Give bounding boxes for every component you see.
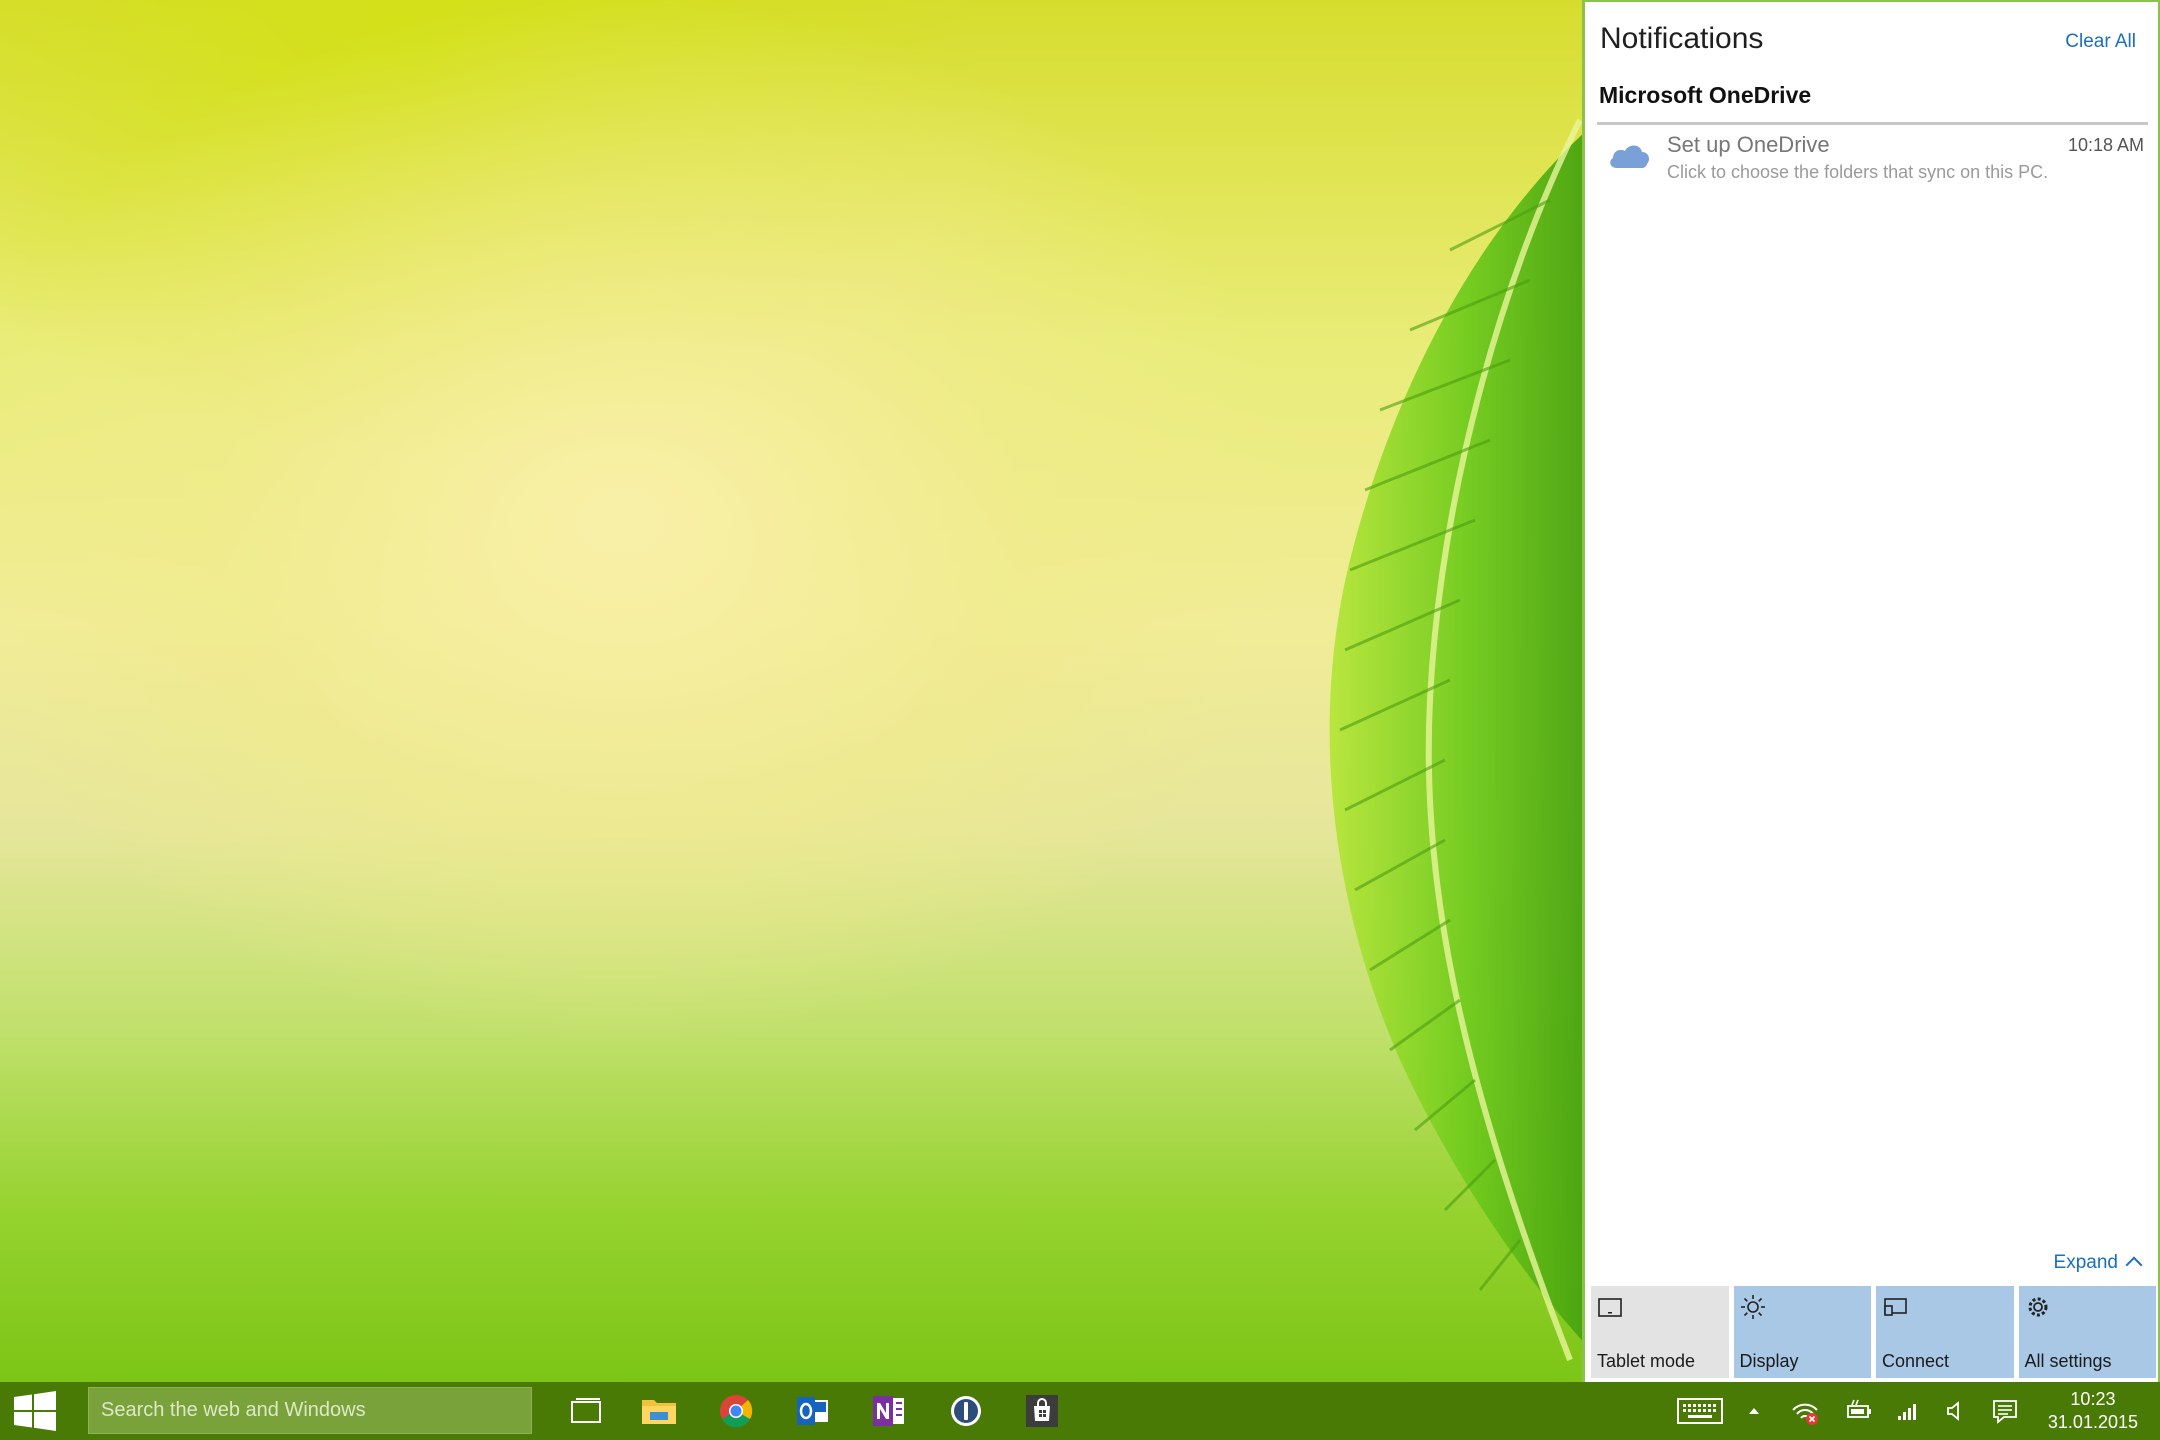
notification-body: Click to choose the folders that sync on… bbox=[1667, 162, 2049, 182]
quick-action-display[interactable]: Display bbox=[1733, 1286, 1871, 1378]
expand-button[interactable]: Expand bbox=[2053, 1252, 2143, 1274]
windows-start-icon[interactable] bbox=[0, 1382, 70, 1440]
search-input[interactable] bbox=[88, 1387, 532, 1434]
task-view-icon[interactable] bbox=[563, 1388, 609, 1434]
gear-icon bbox=[2028, 1297, 2047, 1317]
action-center-panel: Notifications Clear All Microsoft OneDri… bbox=[1582, 0, 2160, 1382]
notification-time: 10:18 AM bbox=[2067, 135, 2144, 155]
outlook-icon[interactable] bbox=[790, 1388, 836, 1434]
action-center-icon[interactable] bbox=[1990, 1396, 2020, 1426]
chevron-up-icon bbox=[2125, 1256, 2143, 1274]
1password-icon[interactable] bbox=[943, 1388, 989, 1434]
quick-action-label: Connect bbox=[1882, 1351, 1950, 1371]
volume-icon[interactable] bbox=[1942, 1396, 1966, 1426]
connect-icon bbox=[1884, 1298, 1907, 1316]
chrome-icon[interactable] bbox=[713, 1388, 759, 1434]
notification-group-title: Microsoft OneDrive bbox=[1599, 82, 1812, 108]
quick-action-tablet-mode[interactable]: Tablet mode bbox=[1591, 1286, 1729, 1378]
onedrive-cloud-icon bbox=[1610, 145, 1650, 168]
clock-date: 31.01.2015 bbox=[2047, 1412, 2138, 1432]
signal-icon[interactable] bbox=[1894, 1396, 1922, 1426]
group-divider bbox=[1597, 122, 2148, 125]
store-icon[interactable] bbox=[1019, 1388, 1065, 1434]
show-hidden-icons-chevron[interactable] bbox=[1744, 1396, 1764, 1426]
network-icon[interactable] bbox=[1790, 1396, 1820, 1426]
brightness-icon bbox=[1740, 1295, 1765, 1319]
clock-time: 10:23 bbox=[2070, 1389, 2116, 1409]
quick-action-connect[interactable]: Connect bbox=[1876, 1286, 2014, 1378]
quick-action-all-settings[interactable]: All settings bbox=[2018, 1286, 2156, 1378]
quick-actions-row: Tablet mode Display Connect All settings bbox=[1591, 1286, 2156, 1378]
quick-action-label: Tablet mode bbox=[1597, 1351, 1696, 1371]
taskbar-clock[interactable]: 10:23 31.01.2015 bbox=[2048, 1388, 2138, 1434]
clear-all-button[interactable]: Clear All bbox=[2065, 31, 2136, 53]
onenote-icon[interactable] bbox=[866, 1388, 912, 1434]
expand-label: Expand bbox=[2053, 1252, 2118, 1273]
quick-action-label: Display bbox=[1739, 1351, 1799, 1371]
file-explorer-icon[interactable] bbox=[636, 1388, 682, 1434]
notification-item[interactable]: Set up OneDrive 10:18 AM Click to choose… bbox=[1597, 126, 2148, 194]
action-center-title: Notifications bbox=[1600, 22, 1764, 55]
battery-icon[interactable] bbox=[1844, 1396, 1874, 1426]
tablet-mode-icon bbox=[1598, 1298, 1622, 1317]
leaf-wallpaper-graphic bbox=[1329, 110, 1610, 1370]
quick-action-label: All settings bbox=[2024, 1351, 2112, 1371]
touch-keyboard-icon[interactable] bbox=[1676, 1396, 1724, 1426]
taskbar: 10:23 31.01.2015 bbox=[0, 1382, 2160, 1440]
notification-title: Set up OneDrive bbox=[1667, 132, 1830, 157]
